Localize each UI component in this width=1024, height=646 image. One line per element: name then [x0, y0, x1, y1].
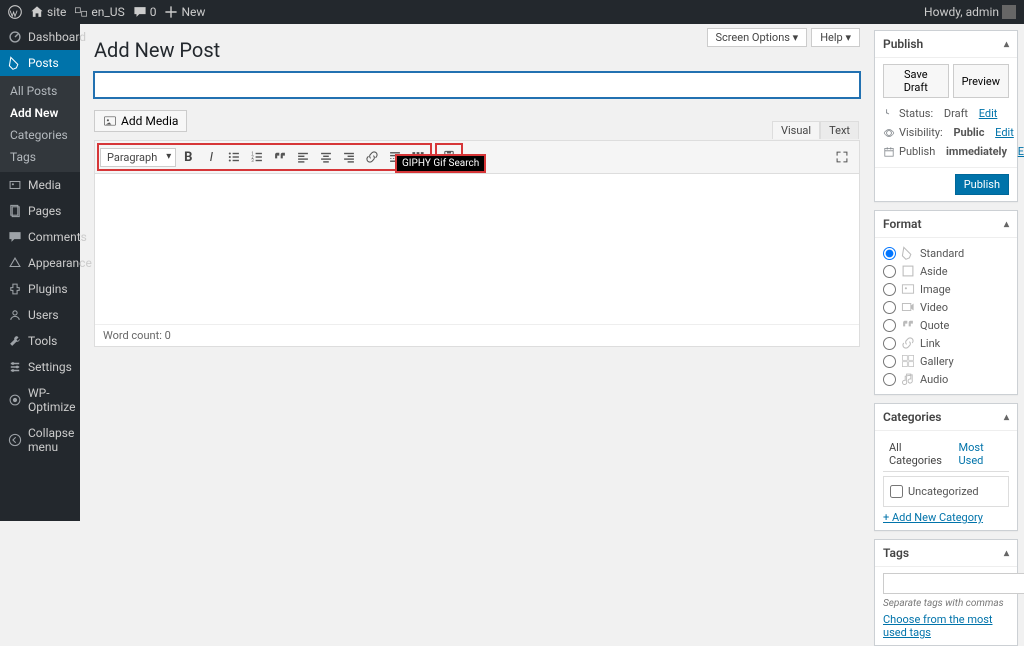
menu-settings[interactable]: Settings: [0, 354, 80, 380]
menu-dashboard[interactable]: Dashboard: [0, 24, 80, 50]
sidebar-right: Publish▴ Save Draft Preview Status: Draf…: [874, 24, 1024, 521]
post-title-input[interactable]: [94, 72, 860, 98]
submenu-tags[interactable]: Tags: [0, 146, 80, 168]
help-tab[interactable]: Help ▾: [811, 28, 860, 47]
quote-button[interactable]: [269, 146, 291, 168]
categories-box-header[interactable]: Categories▴: [875, 404, 1017, 431]
comments-count[interactable]: 0: [133, 5, 157, 19]
menu-users[interactable]: Users: [0, 302, 80, 328]
menu-posts[interactable]: Posts: [0, 50, 80, 76]
collapse-menu[interactable]: Collapse menu: [0, 420, 80, 460]
choose-tags-link[interactable]: Choose from the most used tags: [883, 613, 993, 639]
edit-schedule-link[interactable]: Edit: [1018, 145, 1024, 158]
edit-visibility-link[interactable]: Edit: [995, 126, 1014, 139]
save-draft-button[interactable]: Save Draft: [883, 64, 949, 98]
avatar: [1002, 5, 1016, 19]
format-option-link[interactable]: Link: [883, 334, 1009, 352]
add-media-button[interactable]: Add Media: [94, 110, 187, 132]
editor-tab-text[interactable]: Text: [820, 121, 859, 139]
editor-tab-visual[interactable]: Visual: [772, 121, 820, 139]
format-option-aside[interactable]: Aside: [883, 262, 1009, 280]
wp-logo[interactable]: [8, 5, 22, 19]
toolbar-highlighted-group: Paragraph B I 123: [97, 143, 432, 171]
italic-button[interactable]: I: [200, 146, 222, 168]
admin-sidebar: Dashboard Posts All Posts Add New Catego…: [0, 24, 80, 521]
svg-text:3: 3: [252, 159, 255, 164]
publish-button[interactable]: Publish: [955, 174, 1009, 195]
bold-button[interactable]: B: [177, 146, 199, 168]
bullet-list-button[interactable]: [223, 146, 245, 168]
tags-hint: Separate tags with commas: [883, 598, 1009, 609]
link-button[interactable]: [361, 146, 383, 168]
format-option-gallery[interactable]: Gallery: [883, 352, 1009, 370]
fullscreen-button[interactable]: [831, 146, 853, 168]
format-option-image[interactable]: Image: [883, 280, 1009, 298]
menu-tools[interactable]: Tools: [0, 328, 80, 354]
number-list-button[interactable]: 123: [246, 146, 268, 168]
preview-button[interactable]: Preview: [953, 64, 1009, 98]
screen-options-tab[interactable]: Screen Options ▾: [707, 28, 808, 47]
menu-wpoptimize[interactable]: WP-Optimize: [0, 380, 80, 420]
publish-box-header[interactable]: Publish▴: [875, 31, 1017, 58]
cat-tab-all[interactable]: All Categories: [883, 437, 953, 471]
giphy-tooltip: GIPHY Gif Search: [395, 154, 486, 173]
tag-input[interactable]: [883, 573, 1024, 594]
cat-tab-most[interactable]: Most Used: [953, 437, 1009, 471]
howdy-user[interactable]: Howdy, admin: [924, 5, 1016, 19]
admin-bar: site en_US 0 New Howdy, admin: [0, 0, 1024, 24]
language-switch[interactable]: en_US: [74, 5, 124, 19]
format-box: Format▴ StandardAsideImageVideoQuoteLink…: [874, 210, 1018, 395]
format-option-standard[interactable]: Standard: [883, 244, 1009, 262]
align-left-button[interactable]: [292, 146, 314, 168]
align-right-button[interactable]: [338, 146, 360, 168]
submenu-all-posts[interactable]: All Posts: [0, 80, 80, 102]
submenu-add-new[interactable]: Add New: [0, 102, 80, 124]
categories-box: Categories▴ All Categories Most Used Unc…: [874, 403, 1018, 531]
submenu-posts: All Posts Add New Categories Tags: [0, 76, 80, 172]
format-option-audio[interactable]: Audio: [883, 370, 1009, 388]
menu-plugins[interactable]: Plugins: [0, 276, 80, 302]
site-link[interactable]: site: [30, 5, 66, 19]
format-select[interactable]: Paragraph: [100, 148, 176, 167]
category-uncategorized[interactable]: Uncategorized: [890, 483, 1002, 500]
publish-box: Publish▴ Save Draft Preview Status: Draf…: [874, 30, 1018, 202]
format-option-video[interactable]: Video: [883, 298, 1009, 316]
add-new-category-link[interactable]: + Add New Category: [883, 511, 983, 524]
align-center-button[interactable]: [315, 146, 337, 168]
format-option-quote[interactable]: Quote: [883, 316, 1009, 334]
new-content[interactable]: New: [164, 5, 205, 19]
menu-comments[interactable]: Comments: [0, 224, 80, 250]
editor-content[interactable]: [95, 174, 859, 324]
tags-box-header[interactable]: Tags▴: [875, 540, 1017, 567]
editor-status-bar: Word count: 0: [95, 324, 859, 346]
menu-media[interactable]: Media: [0, 172, 80, 198]
tags-box: Tags▴ Add Separate tags with commas Choo…: [874, 539, 1018, 646]
main-content: Screen Options ▾ Help ▾ Add New Post Add…: [80, 24, 874, 521]
edit-status-link[interactable]: Edit: [979, 107, 998, 120]
menu-appearance[interactable]: Appearance: [0, 250, 80, 276]
submenu-categories[interactable]: Categories: [0, 124, 80, 146]
menu-pages[interactable]: Pages: [0, 198, 80, 224]
format-box-header[interactable]: Format▴: [875, 211, 1017, 238]
